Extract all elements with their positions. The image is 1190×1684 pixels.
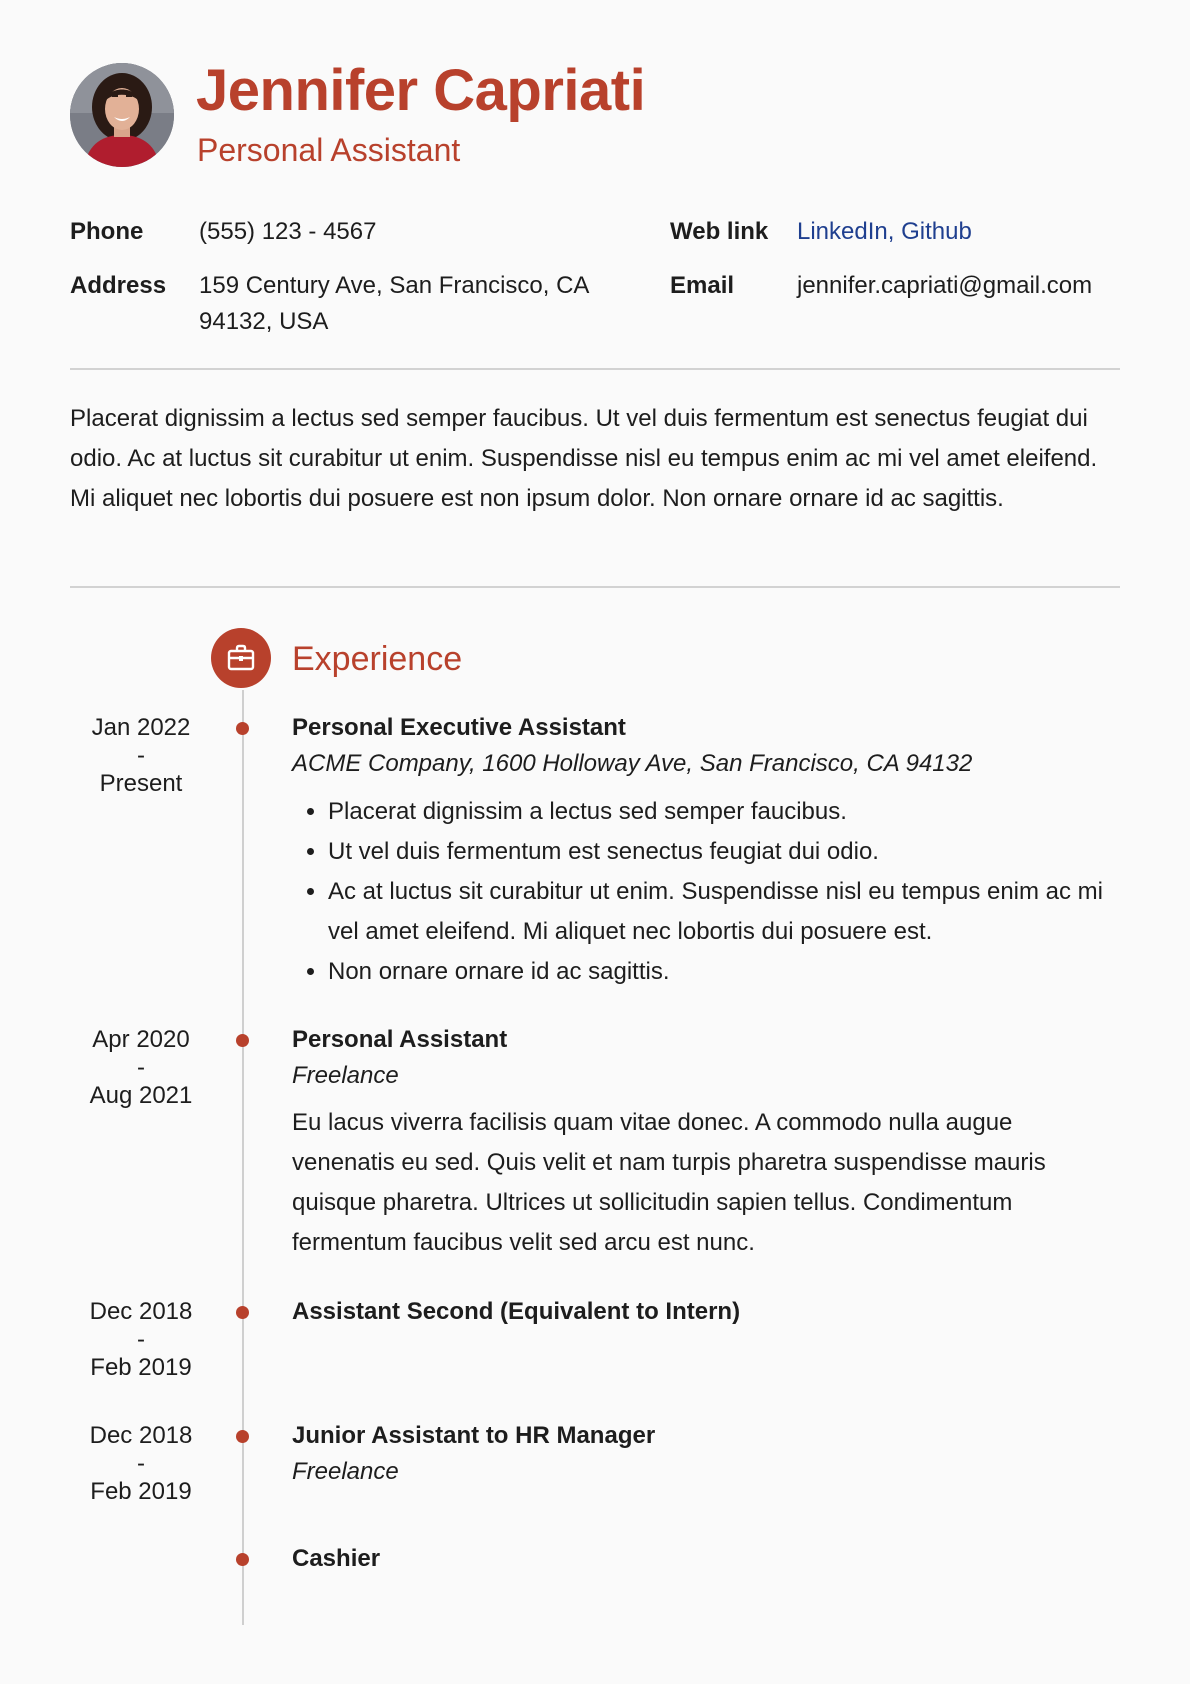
job-date-range: Dec 2018 - Feb 2019 <box>70 1298 212 1382</box>
job-date-separator: - <box>137 1326 145 1353</box>
job-bullet: Non ornare ornare id ac sagittis. <box>328 952 1118 992</box>
summary-text: Placerat dignissim a lectus sed semper f… <box>70 405 1098 512</box>
job-date-end: Feb 2019 <box>90 1478 192 1505</box>
job-date-separator: - <box>137 1450 145 1477</box>
briefcase-icon <box>211 628 271 688</box>
address-value: 159 Century Ave, San Francisco, CA 94132… <box>199 268 619 340</box>
job-company: Freelance <box>292 1458 399 1485</box>
weblink-links[interactable]: LinkedIn, Github <box>797 214 972 250</box>
address-line-2: 94132, USA <box>199 308 329 335</box>
job-date-end: Aug 2021 <box>89 1082 193 1109</box>
job-title: Personal Assistant <box>292 1026 508 1053</box>
job-title: Personal Executive Assistant <box>292 714 626 741</box>
weblink-label: Web link <box>670 218 769 245</box>
timeline-dot <box>236 1553 249 1566</box>
address-label: Address <box>70 272 167 299</box>
job-date-range: Jan 2022 - Present <box>70 714 212 798</box>
email-label: Email <box>670 272 735 299</box>
address-line-1: 159 Century Ave, San Francisco, CA <box>199 272 590 299</box>
job-date-start: Apr 2020 <box>92 1026 190 1053</box>
avatar <box>70 63 174 167</box>
job-headline: Personal Assistant <box>197 132 461 168</box>
job-date-range: Apr 2020 - Aug 2021 <box>70 1026 212 1110</box>
resume-page: Jennifer Capriati Personal Assistant Pho… <box>0 0 1190 1684</box>
profile-photo <box>70 63 174 167</box>
job-title: Cashier <box>292 1545 381 1572</box>
job-date-start: Dec 2018 <box>89 1422 193 1449</box>
phone-value: (555) 123 - 4567 <box>199 218 377 245</box>
job-company: Freelance <box>292 1062 399 1089</box>
job-company: ACME Company, 1600 Holloway Ave, San Fra… <box>292 750 973 777</box>
job-bullet: Ut vel duis fermentum est senectus feugi… <box>328 832 1118 872</box>
job-bullet: Ac at luctus sit curabitur ut enim. Susp… <box>328 872 1118 952</box>
job-date-separator: - <box>137 742 145 769</box>
job-date-range: Dec 2018 - Feb 2019 <box>70 1422 212 1506</box>
job-bullet-list: Placerat dignissim a lectus sed semper f… <box>292 792 1118 992</box>
timeline-line <box>242 690 244 1625</box>
job-date-end: Feb 2019 <box>90 1354 192 1381</box>
timeline-dot <box>236 722 249 735</box>
job-description: Eu lacus viverra facilisis quam vitae do… <box>292 1109 1046 1256</box>
timeline-dot <box>236 1430 249 1443</box>
job-date-start: Jan 2022 <box>91 714 191 741</box>
person-name: Jennifer Capriati <box>196 58 646 123</box>
job-bullet: Placerat dignissim a lectus sed semper f… <box>328 792 1118 832</box>
divider-bottom <box>70 586 1120 588</box>
email-value[interactable]: jennifer.capriati@gmail.com <box>797 268 1092 304</box>
job-date-separator: - <box>137 1054 145 1081</box>
job-title: Junior Assistant to HR Manager <box>292 1422 656 1449</box>
experience-section-title: Experience <box>292 640 463 678</box>
job-date-start: Dec 2018 <box>89 1298 193 1325</box>
timeline-dot <box>236 1306 249 1319</box>
divider-top <box>70 368 1120 370</box>
timeline-dot <box>236 1034 249 1047</box>
phone-label: Phone <box>70 218 144 245</box>
job-date-end: Present <box>99 770 183 797</box>
job-title: Assistant Second (Equivalent to Intern) <box>292 1298 741 1325</box>
